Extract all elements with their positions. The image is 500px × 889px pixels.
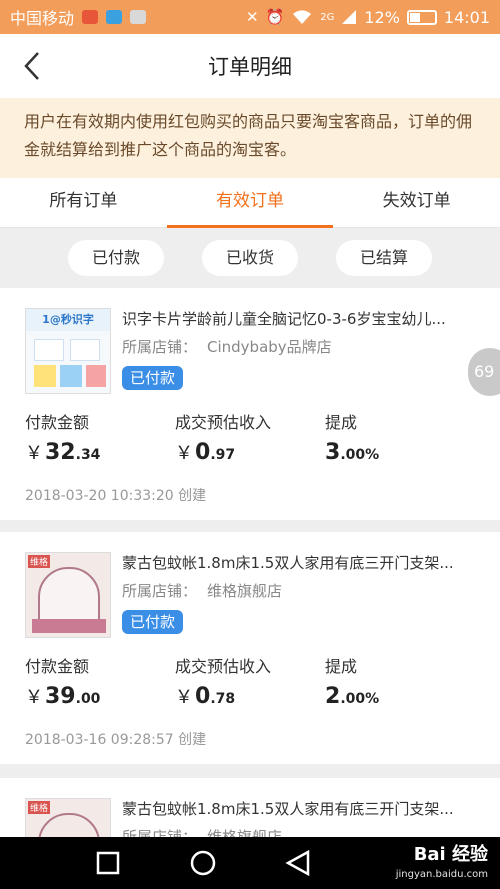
commission-rate: 提成 2.00% <box>325 657 380 709</box>
carrier-name: 中国移动 <box>10 9 75 28</box>
product-title: 蒙古包蚊帐1.8m床1.5双人家用有底三开门支架... <box>122 800 454 818</box>
status-bar: 中国移动 ✕ ⏰ 2G 12% 14:01 <box>0 0 500 34</box>
mute-icon: ✕ <box>245 8 259 26</box>
page-title: 订单明细 <box>208 55 292 79</box>
created-time: 2018-03-16 09:28:57 创建 <box>25 732 207 748</box>
recent-apps-icon[interactable] <box>94 849 122 877</box>
wifi-icon <box>293 10 312 24</box>
shop-name: 维格旗舰店 <box>207 582 283 600</box>
estimated-income: 成交预估收入 ￥0.78 <box>175 657 272 709</box>
tab-valid-orders[interactable]: 有效订单 <box>166 178 334 228</box>
notification-icon <box>82 10 99 24</box>
order-card[interactable]: 维格 蒙古包蚊帐1.8m床1.5双人家用有底三开门支架... 所属店铺： 维格旗舰… <box>0 778 500 837</box>
battery-icon <box>406 9 437 25</box>
commission-rate: 提成 3.00% <box>325 413 380 465</box>
status-badge: 已付款 <box>122 610 184 634</box>
shop-label: 所属店铺： <box>122 582 198 600</box>
status-badge: 已付款 <box>122 366 184 390</box>
back-triangle-icon[interactable] <box>284 849 312 877</box>
tab-all-orders[interactable]: 所有订单 <box>0 178 167 227</box>
shop-line: 所属店铺： 维格旗舰店 <box>122 826 282 837</box>
network-type: 2G <box>320 11 335 23</box>
clock: 14:01 <box>443 7 490 27</box>
created-time: 2018-03-20 10:33:20 创建 <box>25 488 207 504</box>
filter-paid[interactable]: 已付款 <box>68 240 164 276</box>
payment-amount: 付款金额 ￥32.34 <box>25 413 101 465</box>
order-tabs: 所有订单 有效订单 失效订单 <box>0 178 500 228</box>
shop-line: 所属店铺： 维格旗舰店 <box>122 580 282 602</box>
shop-line: 所属店铺： Cindybaby品牌店 <box>122 336 332 358</box>
shop-name: Cindybaby品牌店 <box>207 338 332 356</box>
shop-label: 所属店铺： <box>122 828 198 837</box>
product-title: 识字卡片学龄前儿童全脑记忆0-3-6岁宝宝幼儿... <box>122 310 446 328</box>
tab-invalid-orders[interactable]: 失效订单 <box>333 178 500 227</box>
filter-received[interactable]: 已收货 <box>202 240 298 276</box>
battery-percent: 12% <box>364 7 400 27</box>
watermark: Bai 经验 jingyan.baidu.com <box>395 844 488 881</box>
shop-name: 维格旗舰店 <box>207 828 283 837</box>
back-arrow-icon[interactable] <box>16 50 48 82</box>
status-filters: 已付款 已收货 已结算 <box>0 229 500 287</box>
order-card[interactable]: 1@秒识字 识字卡片学龄前儿童全脑记忆0-3-6岁宝宝幼儿... 所属店铺： Ci… <box>0 288 500 520</box>
filter-settled[interactable]: 已结算 <box>336 240 432 276</box>
shop-label: 所属店铺： <box>122 338 198 356</box>
product-title: 蒙古包蚊帐1.8m床1.5双人家用有底三开门支架... <box>122 554 454 572</box>
product-thumbnail: 1@秒识字 <box>25 308 111 394</box>
product-thumbnail: 维格 <box>25 798 111 837</box>
notification-icon <box>106 10 123 24</box>
commission-notice: 用户在有效期内使用红包购买的商品只要淘宝客商品，订单的佣金就结算给到推广这个商品… <box>0 98 500 178</box>
system-nav-bar: Bai 经验 jingyan.baidu.com <box>0 837 500 889</box>
estimated-income: 成交预估收入 ￥0.97 <box>175 413 272 465</box>
image-notification-icon <box>130 10 147 24</box>
signal-icon <box>342 10 357 24</box>
payment-amount: 付款金额 ￥39.00 <box>25 657 101 709</box>
order-card[interactable]: 维格 蒙古包蚊帐1.8m床1.5双人家用有底三开门支架... 所属店铺： 维格旗舰… <box>0 532 500 764</box>
header: 订单明细 <box>0 34 500 98</box>
alarm-icon: ⏰ <box>265 8 285 26</box>
product-thumbnail: 维格 <box>25 552 111 638</box>
home-icon[interactable] <box>189 849 217 877</box>
floating-count-badge[interactable]: 69 <box>468 348 500 396</box>
